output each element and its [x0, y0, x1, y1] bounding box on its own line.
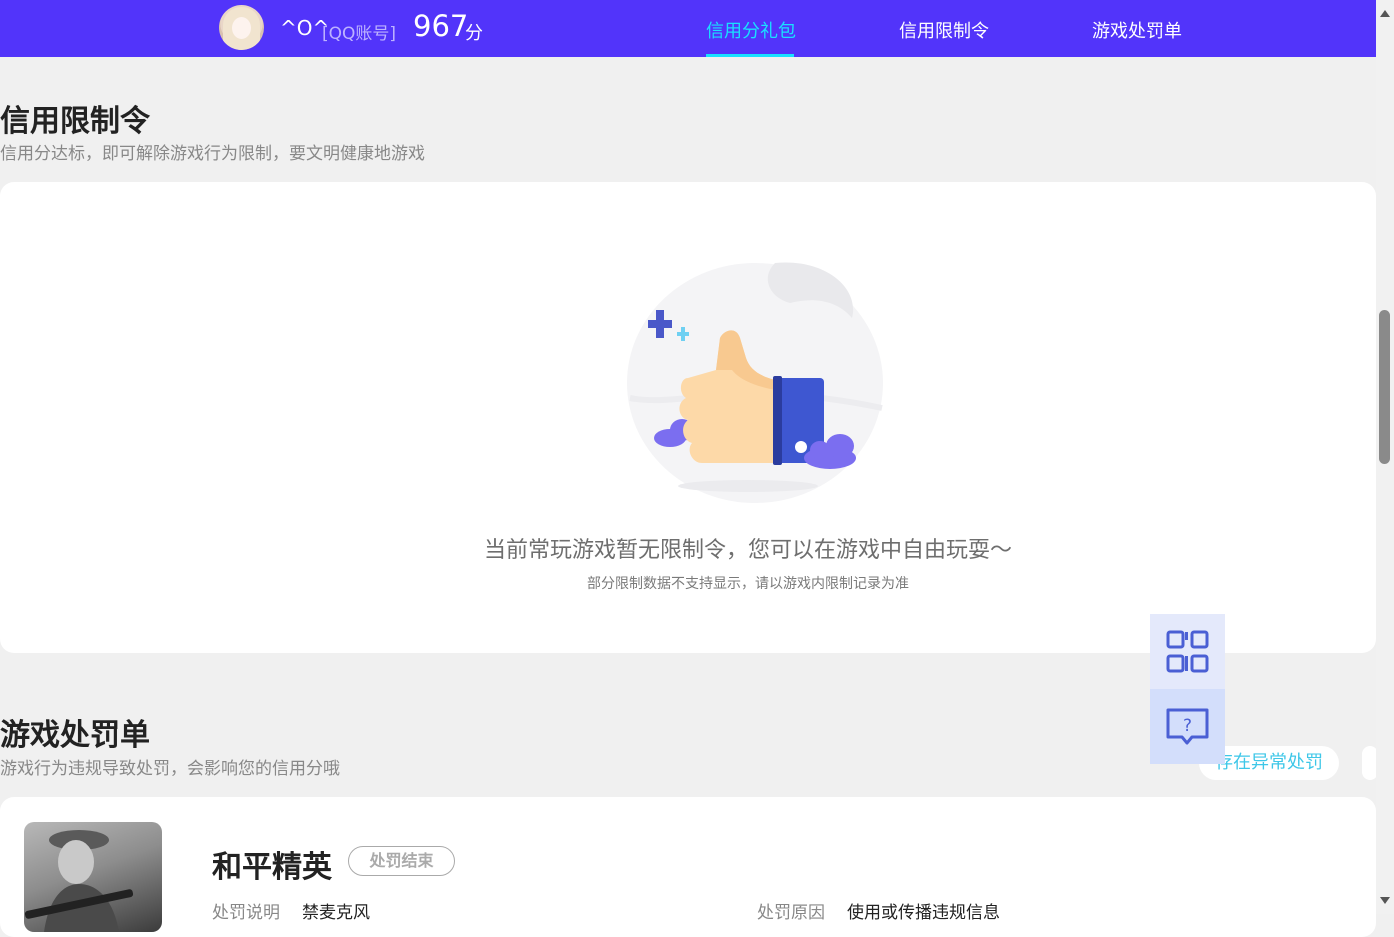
- user-avatar[interactable]: [219, 5, 264, 50]
- scrollbar-thumb[interactable]: [1379, 310, 1390, 464]
- penalty-desc-label: 处罚说明: [212, 903, 280, 923]
- feedback-help-button[interactable]: ?: [1150, 689, 1225, 764]
- penalty-reason-value: 使用或传播违规信息: [847, 903, 1000, 923]
- penalty-reason-label: 处罚原因: [757, 903, 825, 923]
- scroll-up-arrow[interactable]: [1376, 0, 1394, 26]
- restriction-section-title: 信用限制令: [0, 104, 150, 139]
- tab-credit-gift[interactable]: 信用分礼包: [706, 17, 796, 43]
- restriction-disclaimer: 部分限制数据不支持显示，请以游戏内限制记录为准: [587, 576, 909, 592]
- account-type-label: [QQ账号]: [322, 24, 397, 44]
- game-thumbnail: [24, 822, 162, 932]
- question-chat-icon: ?: [1166, 708, 1209, 745]
- credit-score-unit: 分: [465, 23, 483, 44]
- penalty-status-badge: 处罚结束: [348, 846, 455, 876]
- credit-score: 967: [413, 9, 469, 43]
- tab-game-penalty[interactable]: 游戏处罚单: [1092, 17, 1182, 43]
- active-tab-indicator: [706, 54, 794, 57]
- penalty-section-subtitle: 游戏行为违规导致处罚，会影响您的信用分哦: [0, 759, 340, 779]
- no-restriction-message: 当前常玩游戏暂无限制令，您可以在游戏中自由玩耍～: [483, 538, 1012, 563]
- restriction-section-subtitle: 信用分达标，即可解除游戏行为限制，要文明健康地游戏: [0, 144, 425, 164]
- qr-code-button[interactable]: [1150, 614, 1225, 689]
- penalty-game-name: 和平精英: [212, 850, 332, 885]
- penalty-section-title: 游戏处罚单: [0, 718, 150, 753]
- penalty-desc-value: 禁麦克风: [302, 903, 370, 923]
- tab-credit-restriction[interactable]: 信用限制令: [899, 17, 989, 43]
- thumbs-up-illustration: [627, 262, 883, 503]
- qr-code-icon: [1166, 630, 1209, 673]
- scroll-down-arrow[interactable]: [1376, 888, 1394, 914]
- penalty-card: [0, 797, 1376, 937]
- svg-text:?: ?: [1183, 716, 1192, 736]
